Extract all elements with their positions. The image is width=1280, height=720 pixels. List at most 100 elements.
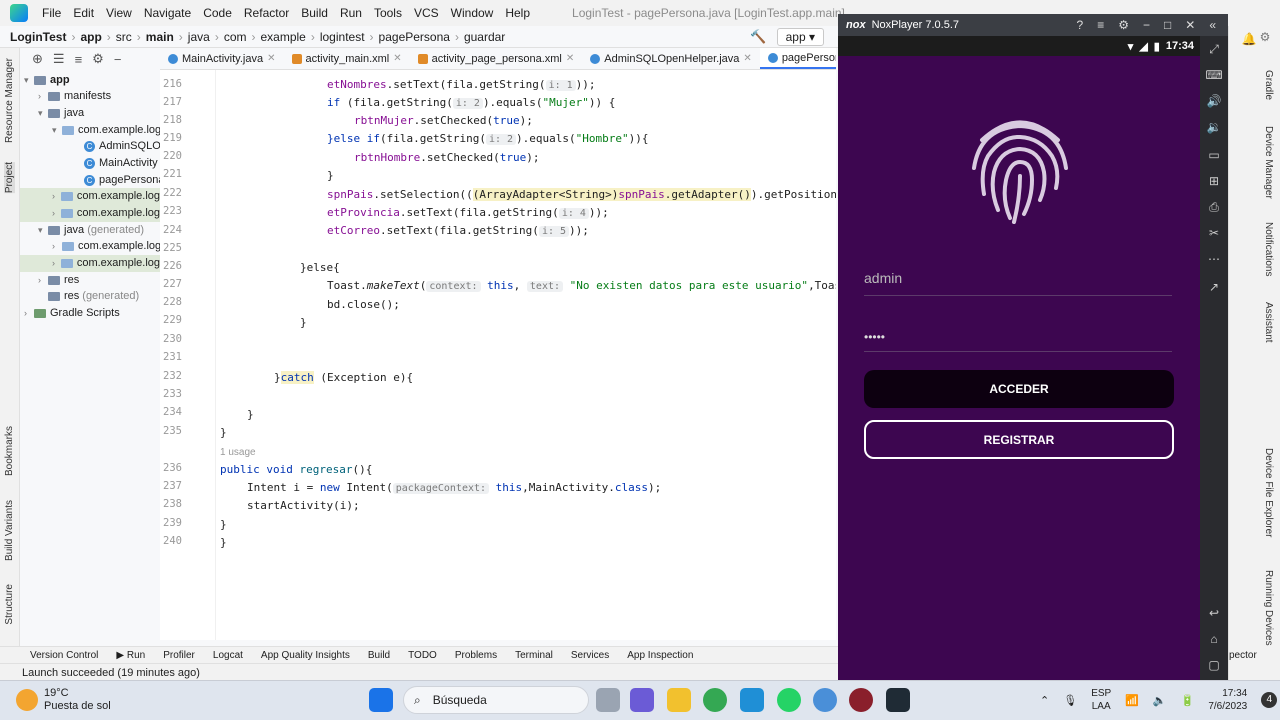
menu-tools[interactable]: Tools (368, 0, 408, 26)
file-explorer-icon[interactable] (667, 688, 691, 712)
close-icon[interactable]: ✕ (1185, 18, 1195, 32)
expand-all-icon[interactable]: ≡ (75, 52, 83, 67)
battery-icon[interactable]: 🔋 (1181, 694, 1195, 707)
tool-bookmarks[interactable]: Bookmarks (4, 426, 15, 476)
speaker-icon[interactable]: 🔈 (1153, 694, 1167, 707)
tool-terminal[interactable]: Terminal (506, 650, 562, 661)
tool-inspector-partial[interactable]: pector (1229, 650, 1257, 661)
tree-item-mainactivity[interactable]: C MainActivity (84, 155, 158, 172)
breadcrumb-logintest[interactable]: logintest (317, 30, 368, 44)
tool-app-quality-insights[interactable]: App Quality Insights (252, 650, 359, 661)
minimize-icon[interactable]: − (1143, 18, 1150, 32)
tool-notifications[interactable]: Notifications (1263, 222, 1274, 276)
menu-window[interactable]: Window (445, 0, 500, 26)
tool-assistant[interactable]: Assistant (1263, 302, 1274, 343)
tree-item-app[interactable]: ▾ app (24, 72, 70, 89)
gear-icon[interactable]: ⚙ (1257, 30, 1273, 44)
tool-build[interactable]: Build (359, 650, 399, 661)
bell-icon[interactable]: 🔔 (1241, 32, 1257, 46)
breadcrumb-example[interactable]: example (257, 30, 308, 44)
menu-vcs[interactable]: VCS (408, 0, 445, 26)
clock[interactable]: 17:34 7/6/2023 (1208, 687, 1247, 713)
tool-run[interactable]: ▶ Run (107, 650, 154, 661)
tab-mainactivity[interactable]: MainActivity.java ✕ (160, 48, 284, 69)
breadcrumb-src[interactable]: src (113, 30, 135, 44)
tree-item-adminsqlop[interactable]: CAdminSQLOp (84, 138, 160, 155)
volume-up-icon[interactable]: 🔊 (1200, 94, 1228, 108)
breadcrumb-main[interactable]: main (143, 30, 177, 44)
tool-resource-manager[interactable]: Resource Manager (4, 58, 15, 143)
volume-down-icon[interactable]: 🔉 (1200, 120, 1228, 134)
close-icon[interactable]: ✕ (267, 53, 275, 64)
tree-item-package-test[interactable]: › com.example.log (20, 188, 160, 205)
taskbar-search[interactable]: ⌕ Búsqueda (403, 686, 589, 714)
tree-item-java[interactable]: ▾ java (38, 105, 84, 122)
menu-icon[interactable]: ≡ (1097, 18, 1104, 32)
printer-icon[interactable]: ⎙ (1200, 200, 1228, 215)
gear-icon[interactable]: ⚙ (92, 51, 104, 67)
whatsapp-icon[interactable] (777, 688, 801, 712)
target-icon[interactable]: ⊕ (32, 51, 43, 67)
tree-item-res[interactable]: › res (38, 272, 79, 289)
minimize-icon[interactable]: − (114, 52, 122, 67)
tree-item-java-generated[interactable]: ▾ java (generated) (38, 222, 144, 239)
tool-build-variants[interactable]: Build Variants (4, 500, 15, 561)
breadcrumb-project[interactable]: LoginTest (0, 30, 69, 44)
settings-icon[interactable]: ⚙ (1118, 18, 1129, 32)
breadcrumb-java[interactable]: java (185, 30, 213, 44)
fullscreen-icon[interactable]: ⤢ (1200, 42, 1228, 57)
recents-icon[interactable]: ▢ (1200, 658, 1228, 672)
tab-adminsqlopenhelper[interactable]: AdminSQLOpenHelper.java ✕ (582, 48, 760, 69)
scissors-icon[interactable]: ✂ (1200, 226, 1228, 240)
breadcrumb-app[interactable]: app (77, 30, 104, 44)
chrome-icon[interactable] (703, 688, 727, 712)
app-a-icon[interactable] (849, 688, 873, 712)
tree-item-pagepersona[interactable]: CpagePersona (84, 172, 160, 189)
screen-icon[interactable]: ▭ (1200, 148, 1228, 162)
tool-problems[interactable]: Problems (446, 650, 506, 661)
close-icon[interactable]: ✕ (566, 53, 574, 64)
tool-structure[interactable]: Structure (4, 584, 15, 625)
android-studio-taskbar-icon[interactable] (813, 688, 837, 712)
tree-item-gradle-scripts[interactable]: › Gradle Scripts (24, 305, 120, 322)
menu-file[interactable]: File (36, 0, 67, 26)
breadcrumb-com[interactable]: com (221, 30, 250, 44)
maximize-icon[interactable]: □ (1164, 18, 1171, 32)
tree-item-package[interactable]: ▾ com.example.log (52, 122, 160, 139)
tool-device-manager[interactable]: Device Manager (1263, 126, 1274, 199)
add-apk-icon[interactable]: ⊞ (1200, 174, 1228, 188)
tree-item-gen-package[interactable]: › com.example.log (52, 238, 160, 255)
notification-badge[interactable]: 4 (1261, 692, 1278, 708)
menu-view[interactable]: View (100, 0, 138, 26)
close-icon[interactable]: ✕ (743, 53, 751, 64)
help-icon[interactable]: ? (1077, 18, 1084, 32)
menu-run[interactable]: Run (334, 0, 368, 26)
menu-edit[interactable]: Edit (67, 0, 100, 26)
registrar-button[interactable]: REGISTRAR (864, 420, 1174, 459)
home-icon[interactable]: ⌂ (1200, 632, 1228, 646)
acceder-button[interactable]: ACCEDER (864, 370, 1174, 408)
teams-icon[interactable] (630, 688, 654, 712)
chevron-up-icon[interactable]: ⌃ (1040, 694, 1049, 707)
collapse-all-icon[interactable]: ☰ (53, 51, 65, 67)
weather-widget[interactable]: 19°C Puesta de sol (16, 687, 111, 713)
tree-item-gen-package-2[interactable]: › com.example.log (20, 255, 160, 272)
hammer-icon[interactable]: 🔨 (750, 29, 766, 45)
tab-activity-page-persona-xml[interactable]: activity_page_persona.xml ✕ (410, 48, 583, 69)
breadcrumb-guardar[interactable]: guardar (461, 30, 508, 44)
password-field[interactable]: ••••• (864, 330, 1172, 352)
tree-item-package-androidtest[interactable]: › com.example.log (20, 205, 160, 222)
breadcrumb-pagepersona[interactable]: pagePersona (376, 30, 453, 44)
close-icon[interactable]: ✕ (393, 53, 401, 64)
more-icon[interactable]: ⋯ (1200, 252, 1228, 266)
menu-navigate[interactable]: Navigate (138, 0, 197, 26)
run-config-select[interactable]: app ▾ (776, 27, 824, 46)
keyboard-icon[interactable]: ⌨ (1200, 68, 1228, 82)
tab-pagepersona[interactable]: pagePersona.java✕ (759, 48, 836, 69)
tree-item-res-generated[interactable]: res (generated) (48, 288, 139, 305)
microphone-icon[interactable]: 🎙 (1063, 694, 1077, 707)
tree-item-manifests[interactable]: › manifests (38, 88, 111, 105)
menu-build[interactable]: Build (295, 0, 334, 26)
wifi-icon[interactable]: 📶 (1125, 694, 1139, 707)
nox-taskbar-icon[interactable] (886, 688, 910, 712)
